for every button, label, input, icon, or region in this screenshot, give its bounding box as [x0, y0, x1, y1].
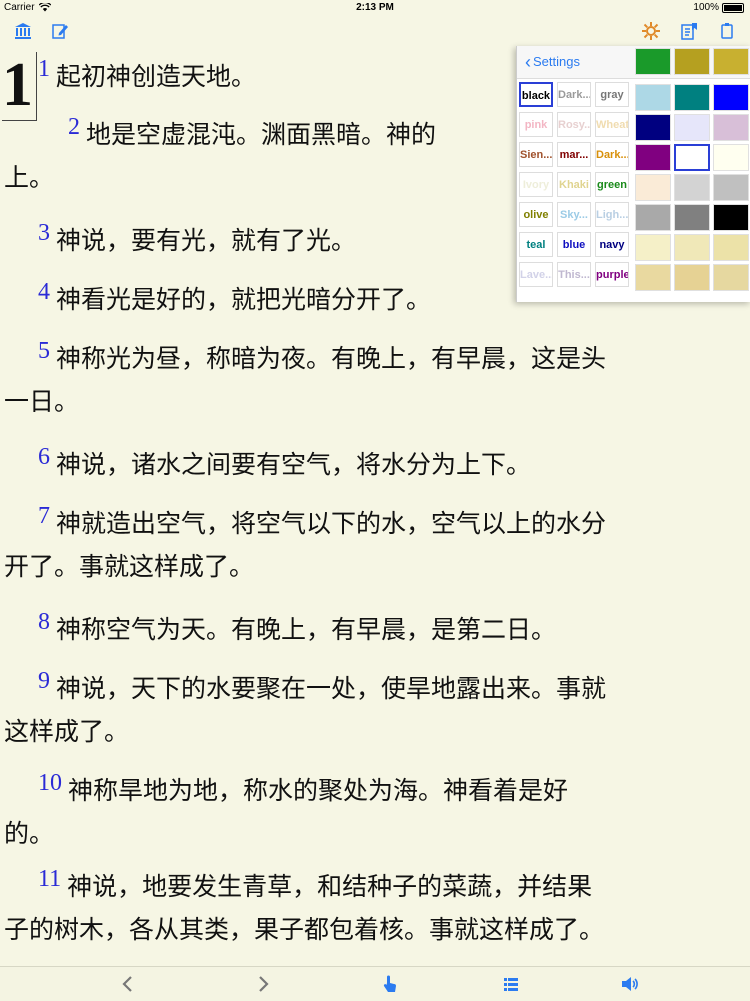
color-name-option[interactable]: pink	[519, 112, 553, 137]
color-swatch[interactable]	[713, 204, 749, 231]
color-swatch[interactable]	[635, 264, 671, 291]
bottom-toolbar	[0, 966, 750, 1001]
tap-icon[interactable]	[378, 973, 402, 995]
verse-number: 8	[38, 609, 50, 635]
color-settings-popover: ‹ Settings black Dark... gray pink Rosy... Wh…	[516, 46, 750, 302]
settings-back-button[interactable]: ‹ Settings	[525, 51, 580, 72]
chapter-number: 1	[2, 52, 37, 121]
color-swatch[interactable]	[713, 48, 749, 75]
verse-10[interactable]: 10 神称旱地为地，称水的聚处为海。神看着是好 的。	[0, 768, 745, 857]
verse-text: 神称光为昼，称暗为夜。有晚上，有早晨，这是头	[56, 344, 607, 373]
color-swatch[interactable]	[635, 234, 671, 261]
verse-number: 10	[38, 770, 62, 796]
verse-number: 5	[38, 338, 50, 364]
color-swatch[interactable]	[635, 204, 671, 231]
verse-number: 9	[38, 668, 50, 694]
color-swatch[interactable]	[713, 174, 749, 201]
color-name-option[interactable]: Dark...	[557, 82, 591, 107]
edit-icon[interactable]	[49, 20, 71, 42]
verse-number: 11	[38, 866, 62, 892]
color-swatch[interactable]	[713, 234, 749, 261]
color-swatch[interactable]	[674, 114, 710, 141]
verse-6[interactable]: 6 神说，诸水之间要有空气，将水分为上下。	[0, 442, 745, 489]
color-swatch[interactable]	[674, 204, 710, 231]
color-name-option[interactable]: mar...	[557, 142, 591, 167]
battery-status: 100%	[693, 2, 744, 13]
verse-number: 6	[38, 444, 50, 470]
verse-text-continued: 的。	[4, 819, 55, 848]
color-swatch[interactable]	[674, 264, 710, 291]
battery-icon	[722, 2, 744, 13]
color-name-option[interactable]: Ligh...	[595, 202, 629, 227]
verse-text: 神就造出空气，将空气以下的水，空气以上的水分	[56, 509, 607, 538]
color-swatch[interactable]	[713, 84, 749, 111]
color-name-option[interactable]: blue	[557, 232, 591, 257]
color-swatch[interactable]	[674, 144, 710, 171]
verse-text: 神说，诸水之间要有空气，将水分为上下。	[56, 450, 532, 479]
verse-11[interactable]: 11 神说，地要发生青草，和结种子的菜蔬，并结果 子的树木，各从其类，果子都包着核…	[0, 864, 745, 953]
color-swatch[interactable]	[713, 114, 749, 141]
library-icon[interactable]	[12, 20, 34, 42]
color-swatch[interactable]	[635, 174, 671, 201]
color-name-option[interactable]: Rosy...	[557, 112, 591, 137]
clock: 2:13 PM	[356, 2, 394, 13]
verse-8[interactable]: 8 神称空气为天。有晚上，有早晨，是第二日。	[0, 607, 745, 654]
color-name-option[interactable]: Sien...	[519, 142, 553, 167]
color-swatch[interactable]	[713, 264, 749, 291]
verse-text-continued: 开了。事就这样成了。	[4, 552, 255, 581]
list-icon[interactable]	[499, 973, 523, 995]
color-swatch[interactable]	[713, 144, 749, 171]
verse-text: 起初神创造天地。	[56, 62, 257, 91]
verse-text: 地是空虚混沌。渊面黑暗。神的	[86, 120, 437, 149]
verse-number: 2	[68, 114, 80, 140]
speaker-icon[interactable]	[618, 973, 642, 995]
chevron-left-icon: ‹	[525, 51, 531, 72]
color-swatch[interactable]	[635, 84, 671, 111]
verse-text: 神说，地要发生青草，和结种子的菜蔬，并结果	[67, 872, 593, 901]
verse-number: 3	[38, 220, 50, 246]
color-name-option[interactable]: Wheat	[595, 112, 629, 137]
verse-text: 神称空气为天。有晚上，有早晨，是第二日。	[56, 615, 557, 644]
color-name-option[interactable]: purple	[595, 262, 629, 287]
color-swatch[interactable]	[635, 114, 671, 141]
color-name-option[interactable]: navy	[595, 232, 629, 257]
verse-number: 7	[38, 503, 50, 529]
verse-text-continued: 一日。	[4, 387, 80, 416]
verse-text-continued: 子的树木，各从其类，果子都包着核。事就这样成了。	[4, 915, 605, 944]
chevron-left-icon[interactable]	[116, 973, 140, 995]
chevron-right-icon[interactable]	[251, 973, 275, 995]
color-name-option[interactable]: green	[595, 172, 629, 197]
verse-text-continued: 这样成了。	[4, 717, 130, 746]
color-name-option[interactable]: Sky...	[557, 202, 591, 227]
settings-icon[interactable]	[640, 20, 662, 42]
color-swatch[interactable]	[635, 144, 671, 171]
color-name-option[interactable]: olive	[519, 202, 553, 227]
verse-number: 4	[38, 279, 50, 305]
verse-text: 神称旱地为地，称水的聚处为海。神看着是好	[68, 776, 569, 805]
bookmark-icon[interactable]	[678, 20, 700, 42]
color-name-option[interactable]: Khaki	[557, 172, 591, 197]
verse-5[interactable]: 5 神称光为昼，称暗为夜。有晚上，有早晨，这是头 一日。	[0, 336, 745, 425]
color-swatch[interactable]	[635, 48, 671, 75]
verse-number: 1	[38, 56, 50, 82]
color-swatch[interactable]	[674, 174, 710, 201]
color-name-option[interactable]: Dark...	[595, 142, 629, 167]
color-name-option[interactable]: Lave...	[519, 262, 553, 287]
color-swatch[interactable]	[674, 84, 710, 111]
verse-7[interactable]: 7 神就造出空气，将空气以下的水，空气以上的水分 开了。事就这样成了。	[0, 501, 745, 590]
color-swatch[interactable]	[674, 48, 710, 75]
color-name-option[interactable]: black	[519, 82, 553, 107]
color-name-option[interactable]: teal	[519, 232, 553, 257]
color-swatch[interactable]	[674, 234, 710, 261]
verse-text: 神看光是好的，就把光暗分开了。	[56, 285, 432, 314]
status-bar: Carrier 2:13 PM 100%	[0, 0, 750, 16]
color-name-option[interactable]: This...	[557, 262, 591, 287]
color-name-option[interactable]: Ivory	[519, 172, 553, 197]
verse-9[interactable]: 9 神说，天下的水要聚在一处，使旱地露出来。事就 这样成了。	[0, 666, 745, 755]
verse-text: 神说，天下的水要聚在一处，使旱地露出来。事就	[56, 674, 607, 703]
top-toolbar	[0, 16, 750, 46]
copy-icon[interactable]	[716, 20, 738, 42]
color-name-option[interactable]: gray	[595, 82, 629, 107]
verse-text: 神说，要有光，就有了光。	[56, 226, 357, 255]
